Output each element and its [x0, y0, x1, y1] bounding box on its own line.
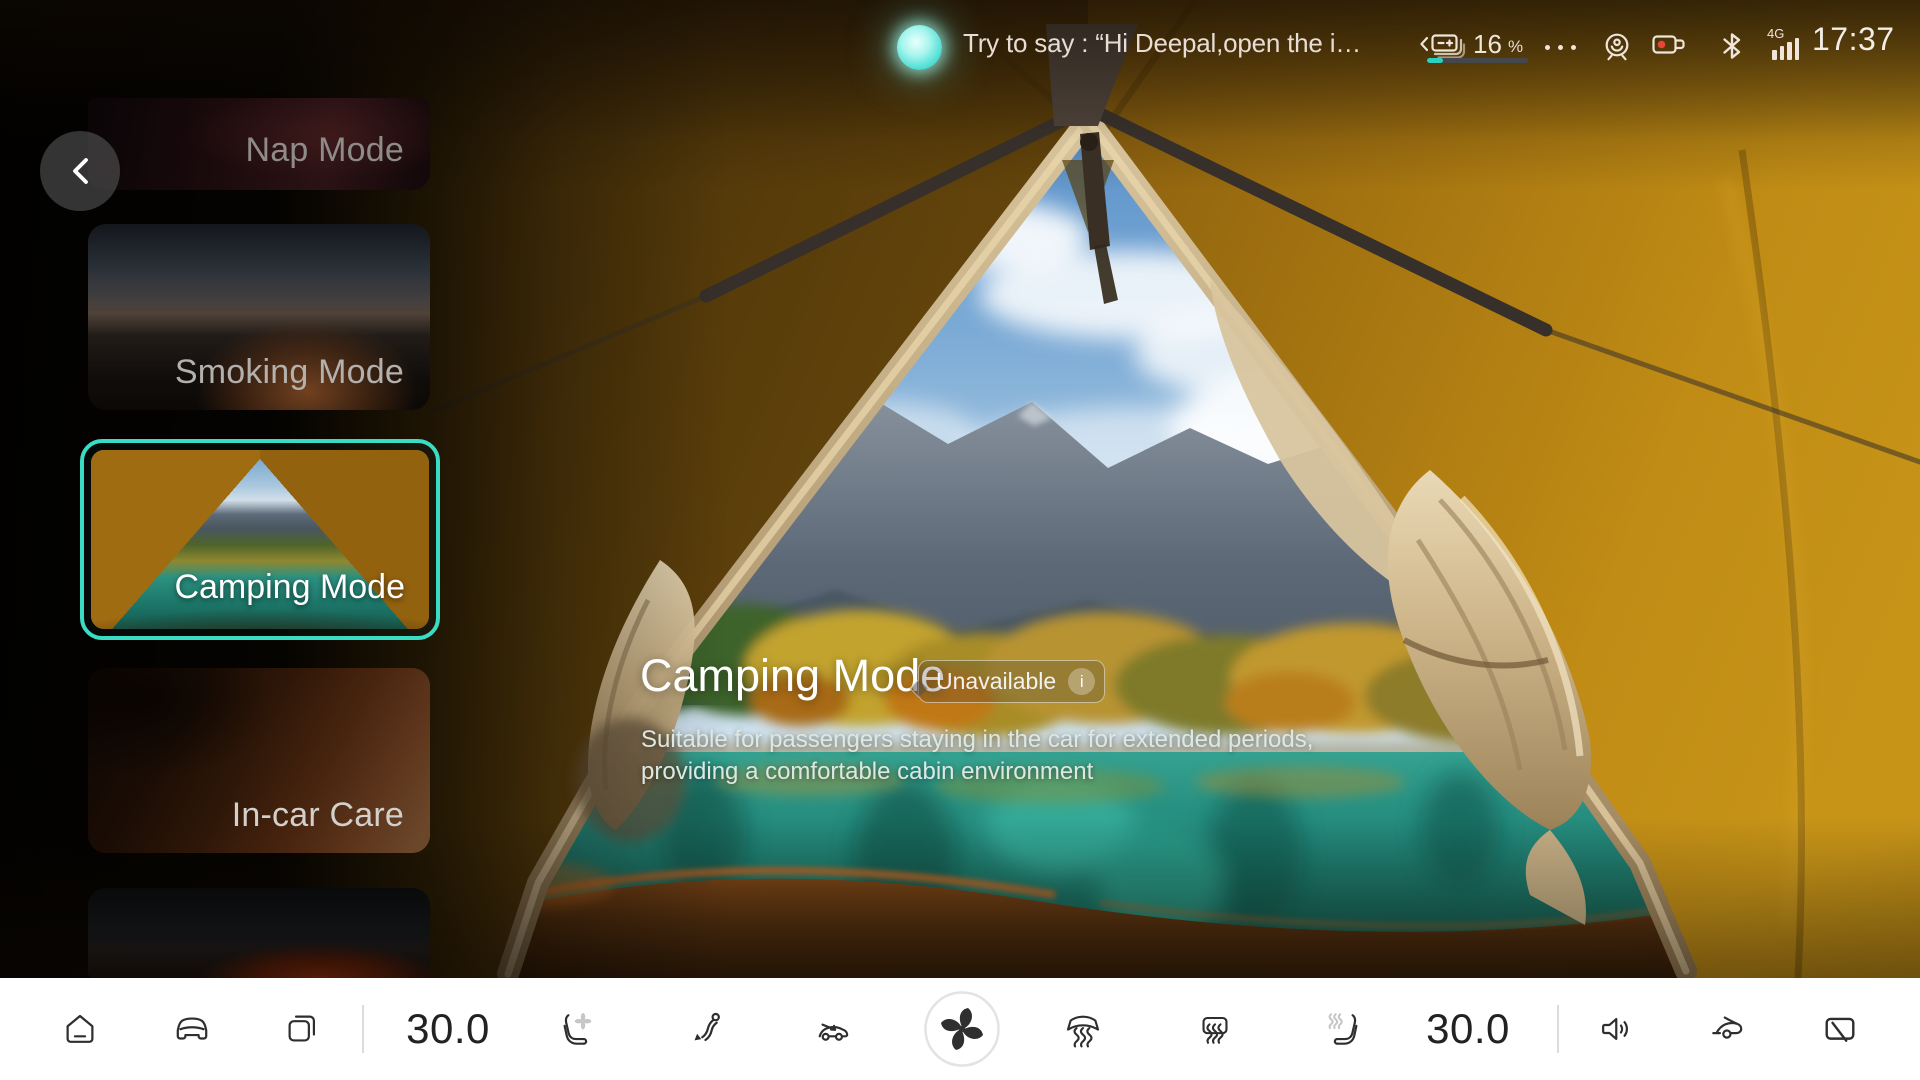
dock-volume-button[interactable]	[1595, 1007, 1639, 1051]
back-button[interactable]	[40, 131, 120, 211]
battery-progress-fill	[1427, 58, 1443, 63]
dock-car-controls-button[interactable]	[170, 1007, 214, 1051]
rear-defrost-icon	[1193, 1007, 1237, 1051]
volume-icon	[1595, 1007, 1639, 1051]
dock-air-direction-button[interactable]	[685, 1007, 729, 1051]
dock-front-defrost-button[interactable]	[1061, 1007, 1105, 1051]
mode-description-line: Suitable for passengers staying in the c…	[641, 724, 1313, 756]
dashcam-recording-icon	[1651, 32, 1689, 62]
dock-seat-ventilation-button[interactable]	[556, 1007, 600, 1051]
mode-description: Suitable for passengers staying in the c…	[641, 724, 1313, 788]
recent-apps-icon	[280, 1007, 324, 1051]
dock-rear-defrost-button[interactable]	[1193, 1007, 1237, 1051]
battery-stack-icon[interactable]	[1416, 27, 1468, 61]
dock-recents-button[interactable]	[280, 1007, 324, 1051]
battery-progress-bar	[1427, 58, 1528, 63]
mode-title: Camping Mode	[640, 650, 945, 702]
dock-home-button[interactable]	[58, 1007, 102, 1051]
seat-ventilation-icon	[556, 1007, 600, 1051]
screen-icon	[1818, 1007, 1862, 1051]
dock-divider	[1557, 1005, 1559, 1053]
dock-fan-button[interactable]	[922, 989, 1002, 1069]
more-options-icon[interactable]	[1545, 45, 1576, 50]
clock: 17:37	[1812, 21, 1895, 58]
sidebar-card-nap-mode[interactable]: Nap Mode	[88, 98, 430, 190]
card-label: Nap Mode	[246, 131, 404, 170]
fan-icon	[922, 989, 1002, 1069]
status-bar: Try to say : “Hi Deepal,open the i… 16 %	[0, 0, 1920, 80]
dock-hood-open-button[interactable]	[1706, 1007, 1750, 1051]
air-recirculation-icon	[811, 1007, 855, 1051]
open-hood-icon	[1706, 1007, 1750, 1051]
sidebar-card-next-mode-partial[interactable]	[88, 888, 430, 978]
status-badge-label: Unavailable	[936, 668, 1056, 695]
dock-passenger-temp[interactable]: 30.0	[1408, 1005, 1528, 1053]
bluetooth-icon	[1719, 30, 1745, 62]
dock-recirculation-button[interactable]	[811, 1007, 855, 1051]
chevron-left-icon	[67, 154, 93, 188]
front-defrost-icon	[1061, 1007, 1105, 1051]
card-dim-overlay	[88, 888, 430, 978]
seat-heating-icon	[1321, 1007, 1365, 1051]
dock-divider	[362, 1005, 364, 1053]
cellular-signal-icon: 4G	[1767, 28, 1807, 61]
status-badge: Unavailable i	[918, 660, 1105, 703]
dock-seat-heating-button[interactable]	[1321, 1007, 1365, 1051]
battery-percent: 16	[1473, 29, 1502, 60]
sidebar-card-in-car-care[interactable]: In-car Care	[88, 668, 430, 853]
battery-percent-unit: %	[1508, 37, 1523, 57]
car-front-icon	[170, 1007, 214, 1051]
airflow-direction-icon	[685, 1007, 729, 1051]
voice-assistant-orb[interactable]	[897, 25, 942, 70]
dock-driver-temp[interactable]: 30.0	[388, 1005, 508, 1053]
sidebar-card-smoking-mode[interactable]: Smoking Mode	[88, 224, 430, 410]
car-infotainment-screen: Try to say : “Hi Deepal,open the i… 16 %	[0, 0, 1920, 1080]
voice-hint-text: Try to say : “Hi Deepal,open the i…	[963, 28, 1361, 59]
home-icon	[58, 1007, 102, 1051]
card-label: Camping Mode	[174, 568, 405, 607]
cabin-camera-icon	[1600, 30, 1634, 64]
climate-dock: 30.0	[0, 978, 1920, 1080]
card-label: In-car Care	[232, 796, 404, 835]
info-button[interactable]: i	[1068, 668, 1095, 695]
dock-screen-off-button[interactable]	[1818, 1007, 1862, 1051]
sidebar-card-camping-mode-selected[interactable]: Camping Mode	[80, 439, 440, 640]
card-label: Smoking Mode	[175, 353, 404, 392]
mode-description-line: providing a comfortable cabin environmen…	[641, 756, 1313, 788]
